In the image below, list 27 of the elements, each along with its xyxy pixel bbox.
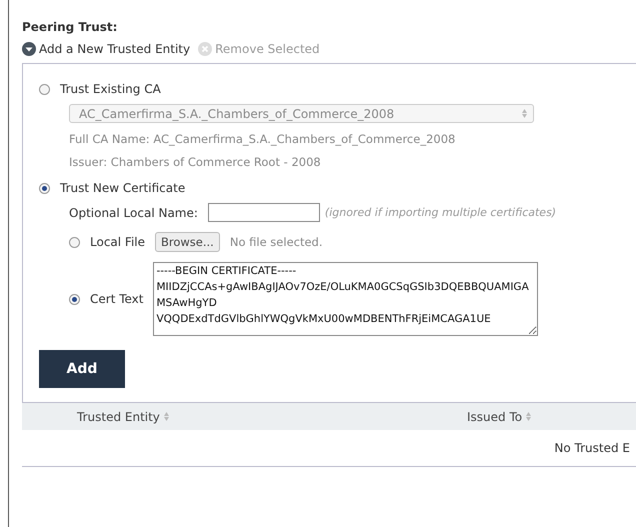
sort-icon <box>526 412 532 421</box>
add-link[interactable]: Add a New Trusted Entity <box>22 42 190 56</box>
radio-label: Trust New Certificate <box>60 181 186 195</box>
empty-message: No Trusted E <box>554 441 630 455</box>
radio-label: Cert Text <box>90 292 144 306</box>
cert-text-field[interactable]: -----BEGIN CERTIFICATE----- MIIDZjCCAs+gAwIBAgIJAOv7OzE/OLuKMA0GCSqGSIb3DQEBBQUAMIGAMSAwHgYD VQQDExdTdGVlbGhlYWQgVkMxU00wMDBENThFRjEiMCAGA1UE <box>153 262 538 336</box>
close-circle-icon <box>198 42 212 56</box>
sort-icon <box>164 412 169 421</box>
file-status: No file selected. <box>230 235 323 249</box>
field-label: Optional Local Name: <box>69 206 198 220</box>
ca-detail: Issuer: Chambers of Commerce Root - 2008 <box>69 155 322 169</box>
add-button[interactable]: Add <box>39 350 125 388</box>
column-header[interactable]: Issued To <box>467 410 636 424</box>
column-header[interactable]: Trusted Entity <box>22 410 467 424</box>
section-title: Peering Trust: <box>22 20 118 34</box>
input-field[interactable] <box>208 203 320 222</box>
ca-detail: Full CA Name: AC_Camerfirma_S.A._Chambers_of_Commerce_2008 <box>69 132 456 146</box>
radio-button[interactable] <box>39 84 50 94</box>
down-arrow-circle-icon <box>22 42 36 56</box>
radio-label: Local File <box>90 235 145 249</box>
sort-icon <box>522 109 527 118</box>
hint-text: (ignored if importing multiple certificates) <box>324 206 556 219</box>
radio-button[interactable] <box>69 294 80 304</box>
radio-label: Trust Existing CA <box>60 82 161 96</box>
radio-button[interactable] <box>69 236 80 248</box>
radio-button[interactable] <box>39 182 50 194</box>
browse-button[interactable]: Browse... <box>155 232 220 252</box>
